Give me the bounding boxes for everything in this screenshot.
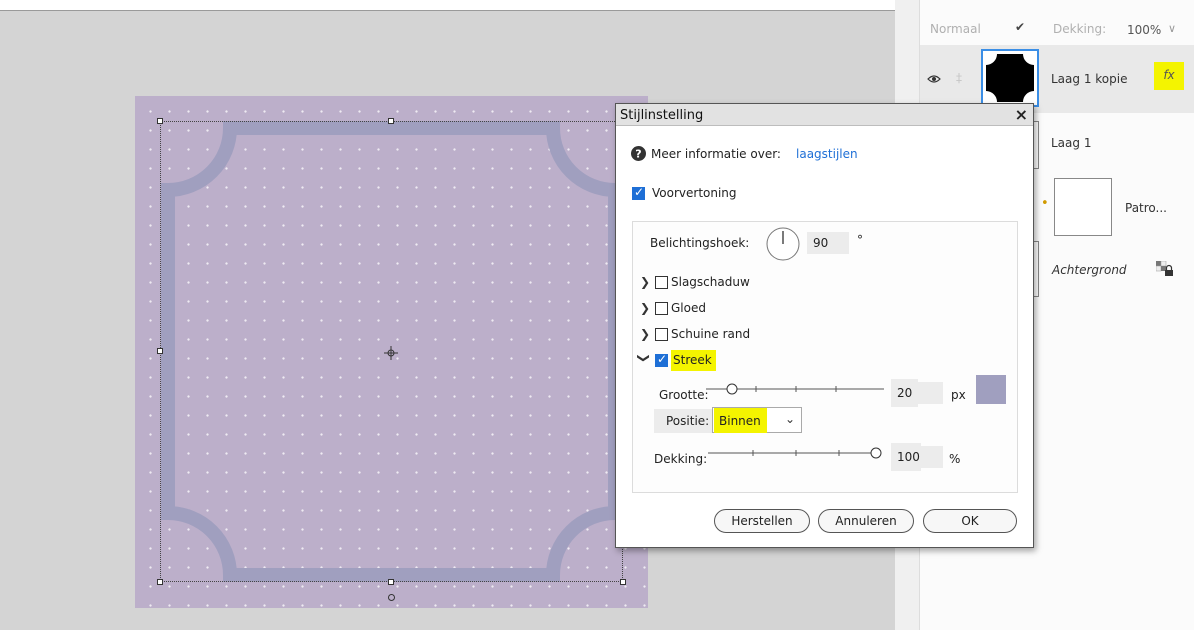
transform-handle-top-left[interactable] [157, 118, 163, 124]
layer-name[interactable]: Laag 1 [1051, 136, 1091, 150]
layer-opacity-label: Dekking: [1053, 22, 1107, 36]
effect-label: Gloed [671, 301, 706, 315]
chevron-right-icon[interactable]: ❯ [640, 301, 650, 315]
chevron-down-icon[interactable]: ❯ [637, 353, 651, 363]
size-input-tail[interactable] [918, 382, 943, 404]
layer-name[interactable]: Achtergrond [1052, 263, 1127, 277]
fx-icon[interactable]: fx [1154, 62, 1184, 90]
layer-thumbnail [981, 49, 1039, 107]
chevron-down-icon[interactable]: ∨ [1168, 22, 1176, 35]
opacity-label: Dekking: [654, 452, 708, 466]
position-label: Positie: [654, 409, 716, 433]
preview-label: Voorvertoning [652, 186, 737, 200]
effect-label: Slagschaduw [671, 275, 750, 289]
blend-opacity-row: Normaal ✔ Dekking: 100% ∨ [920, 16, 1194, 42]
angle-label: Belichtingshoek: [650, 236, 750, 250]
blend-mode-select[interactable]: Normaal [930, 22, 981, 36]
svg-text:?: ? [635, 148, 641, 161]
effect-label: Streek [671, 350, 716, 371]
opacity-input-tail[interactable] [921, 446, 943, 468]
help-icon[interactable]: ? [631, 146, 646, 161]
lock-icon[interactable] [1156, 261, 1174, 277]
reset-button[interactable]: Herstellen [714, 509, 810, 533]
size-slider[interactable] [706, 382, 886, 396]
style-settings-panel: Belichtingshoek: 90 ° ❯ Slagschaduw ❯ Gl… [632, 221, 1018, 493]
layer-mask-thumbnail [1054, 178, 1112, 236]
transform-center-icon[interactable] [384, 346, 398, 360]
info-label: Meer informatie over: [651, 147, 781, 161]
layer-opacity-value[interactable]: 100% [1127, 23, 1161, 37]
transform-handle-bottom-center[interactable] [388, 579, 394, 585]
stroke-color-swatch[interactable] [976, 375, 1006, 404]
transform-handle-bottom-right[interactable] [620, 579, 626, 585]
close-icon[interactable]: × [1015, 105, 1028, 124]
cancel-button[interactable]: Annuleren [818, 509, 914, 533]
size-unit: px [951, 388, 966, 402]
position-value: Binnen [714, 408, 767, 433]
opacity-slider[interactable] [708, 446, 888, 460]
chain-link-icon[interactable]: • [1041, 196, 1049, 211]
dialog-titlebar[interactable]: Stijlinstelling × [616, 104, 1033, 126]
effect-label: Schuine rand [671, 327, 751, 341]
size-label: Grootte: [659, 388, 709, 402]
document-canvas[interactable] [135, 96, 648, 608]
degree-unit: ° [857, 233, 863, 247]
opacity-input[interactable]: 100 [891, 443, 921, 471]
drop-shadow-checkbox[interactable] [655, 276, 668, 289]
size-input[interactable]: 20 [891, 379, 918, 407]
transform-handle-middle-left[interactable] [157, 348, 163, 354]
layer-name[interactable]: Laag 1 kopie [1051, 72, 1127, 86]
bevel-checkbox[interactable] [655, 328, 668, 341]
chevron-right-icon[interactable]: ❯ [640, 327, 650, 341]
eye-icon[interactable] [927, 74, 941, 84]
layer-name[interactable]: Patro... [1125, 201, 1167, 215]
chevron-down-icon[interactable]: ⌄ [785, 412, 795, 426]
preview-checkbox[interactable] [632, 185, 645, 200]
glow-checkbox[interactable] [655, 302, 668, 315]
chevron-right-icon[interactable]: ❯ [640, 275, 650, 289]
rotate-handle[interactable] [388, 594, 395, 601]
dialog-title: Stijlinstelling [620, 108, 704, 123]
info-link[interactable]: laagstijlen [796, 147, 858, 161]
position-select[interactable]: Binnen ⌄ [712, 407, 802, 433]
angle-dial[interactable] [766, 227, 800, 261]
transform-handle-top-center[interactable] [388, 118, 394, 124]
opacity-unit: % [949, 452, 961, 466]
chevron-down-icon[interactable]: ✔ [1015, 20, 1025, 34]
ok-button[interactable]: OK [923, 509, 1017, 533]
layer-style-dialog: Stijlinstelling × ? Meer informatie over… [615, 103, 1034, 548]
angle-input[interactable]: 90 [807, 232, 849, 254]
frame-thumbnail-icon [986, 54, 1034, 102]
link-icon[interactable]: ‡ [956, 71, 962, 85]
stroke-checkbox[interactable] [655, 352, 668, 367]
transform-handle-bottom-left[interactable] [157, 579, 163, 585]
